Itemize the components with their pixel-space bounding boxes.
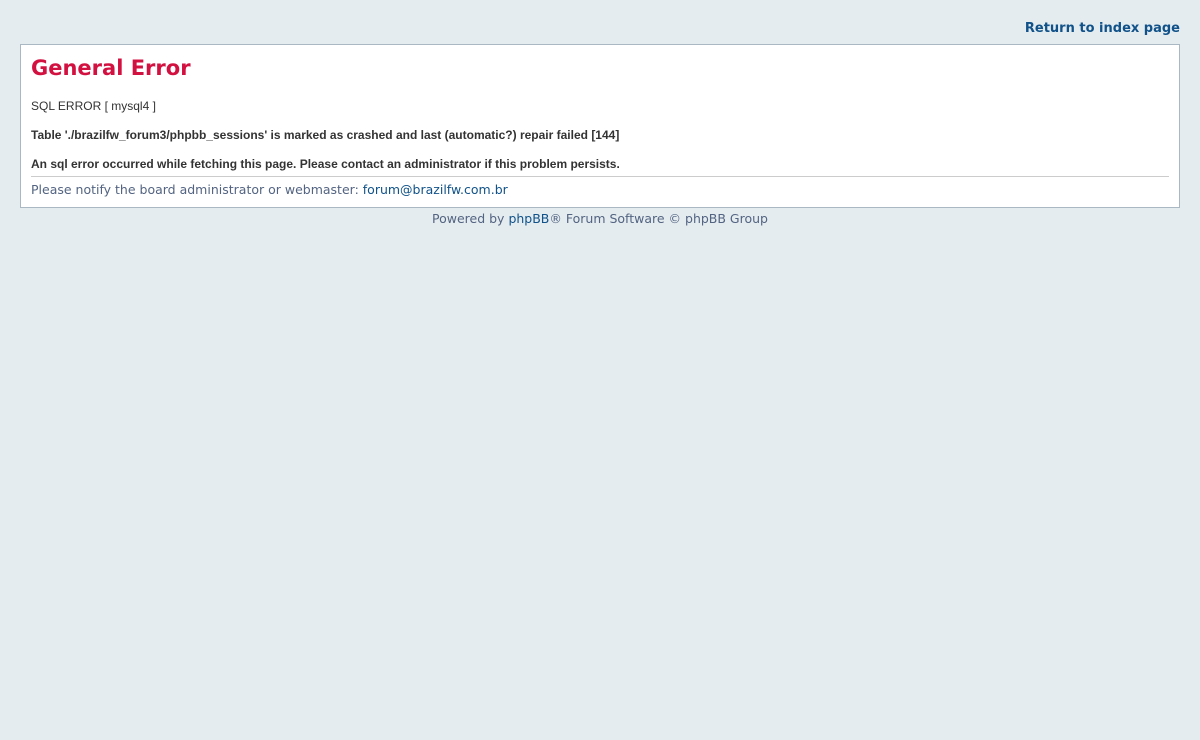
notify-line: Please notify the board administrator or… [31, 182, 508, 198]
error-panel: General Error SQL ERROR [ mysql4 ] Table… [20, 44, 1180, 208]
error-title: General Error [31, 56, 191, 80]
phpbb-link[interactable]: phpBB [508, 211, 549, 226]
divider [31, 176, 1169, 177]
error-message: An sql error occurred while fetching thi… [31, 157, 620, 171]
notify-text: Please notify the board administrator or… [31, 182, 363, 197]
footer-prefix: Powered by [432, 211, 509, 226]
footer-suffix: ® Forum Software © phpBB Group [549, 211, 768, 226]
footer: Powered by phpBB® Forum Software © phpBB… [0, 211, 1200, 227]
return-to-index-link[interactable]: Return to index page [1025, 21, 1180, 36]
webmaster-email-link[interactable]: forum@brazilfw.com.br [363, 182, 508, 197]
sql-error-label: SQL ERROR [ mysql4 ] [31, 99, 156, 113]
error-detail: Table './brazilfw_forum3/phpbb_sessions'… [31, 128, 620, 142]
